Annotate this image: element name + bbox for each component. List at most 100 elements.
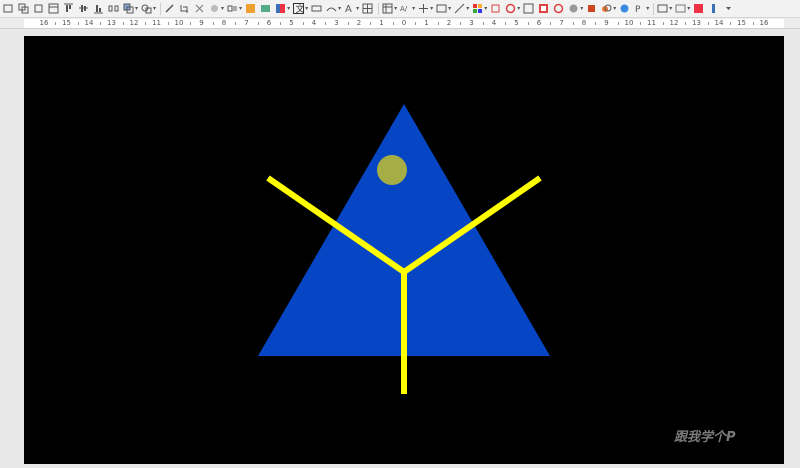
slide-show-icon[interactable]	[656, 2, 669, 16]
ruler-label: 12	[129, 19, 139, 27]
ruler-label: 11	[647, 19, 656, 27]
text-icon[interactable]: 文	[292, 2, 305, 16]
slide-layout-icon[interactable]	[47, 2, 60, 16]
ruler-label: 7	[559, 19, 564, 27]
arrange-icon[interactable]	[122, 2, 135, 16]
distribute-icon[interactable]	[107, 2, 120, 16]
new-slide-icon[interactable]	[2, 2, 15, 16]
flowchart-dropdown-icon[interactable]: ▾	[517, 5, 520, 12]
basic-shapes-icon[interactable]	[453, 2, 466, 16]
fontwork-icon[interactable]	[310, 2, 323, 16]
flip-dropdown-icon[interactable]: ▾	[239, 5, 242, 12]
rotate-icon[interactable]	[244, 2, 257, 16]
duplicate-slide-icon[interactable]	[17, 2, 30, 16]
ruler-tick	[145, 22, 147, 25]
callouts-icon[interactable]	[522, 2, 535, 16]
symbol-shapes-icon[interactable]	[471, 2, 484, 16]
ruler-label: 5	[289, 19, 294, 27]
ruler-tick	[460, 22, 462, 25]
ruler-tick	[572, 22, 574, 25]
ruler-label: 9	[199, 19, 204, 27]
ruler-label: 10	[174, 19, 184, 27]
transition-icon[interactable]	[585, 2, 598, 16]
master-slide-dropdown-icon[interactable]: ▾	[687, 5, 690, 12]
olive-circle-shape[interactable]	[377, 155, 407, 185]
toolbar-separator	[378, 2, 380, 15]
ruler-label: 4	[491, 19, 497, 27]
slide-canvas[interactable]: 跟我学个P	[24, 36, 784, 464]
group-dropdown-icon[interactable]: ▾	[153, 5, 156, 12]
ruler-tick	[77, 22, 79, 25]
flowchart-icon[interactable]	[504, 2, 517, 16]
ruler-label: 7	[244, 19, 249, 27]
more-icon[interactable]	[722, 2, 735, 16]
ruler-label: 13	[107, 19, 116, 27]
image-icon[interactable]	[259, 2, 272, 16]
3d-objects-icon[interactable]	[552, 2, 565, 16]
filter-icon[interactable]	[193, 2, 206, 16]
ruler-tick	[527, 22, 529, 25]
chart-dropdown-icon[interactable]: ▾	[287, 5, 290, 12]
ruler-label: 5	[514, 19, 519, 27]
export-icon[interactable]	[692, 2, 705, 16]
paragraph-dropdown-icon[interactable]: ▾	[646, 5, 649, 12]
points-dropdown-icon[interactable]: ▾	[221, 5, 224, 12]
group-icon[interactable]	[140, 2, 153, 16]
master-slide-icon[interactable]	[674, 2, 687, 16]
arrange-dropdown-icon[interactable]: ▾	[135, 5, 138, 12]
ruler-tick	[437, 22, 439, 25]
ruler-label: 10	[624, 19, 634, 27]
ruler-label: 3	[469, 19, 474, 27]
animation-dropdown-icon[interactable]: ▾	[613, 5, 616, 12]
crop-icon[interactable]	[178, 2, 191, 16]
basic-shapes-dropdown-icon[interactable]: ▾	[466, 5, 469, 12]
paragraph-icon[interactable]: P	[633, 2, 646, 16]
horizontal-ruler[interactable]: 16 15 14 13 12 11 10 9 8 7 6 5 4 3 2 1 0 1 2 3 4 5 6 7 8 9 10 11 12 1…	[0, 18, 800, 29]
ruler-label: 8	[581, 19, 587, 27]
connector-dropdown-icon[interactable]: ▾	[448, 5, 451, 12]
ruler-tick	[212, 22, 214, 25]
ruler-tick	[505, 22, 507, 25]
flip-icon[interactable]	[226, 2, 239, 16]
shapes-dropdown-icon[interactable]: ▾	[394, 5, 397, 12]
block-arrows-icon[interactable]	[489, 2, 502, 16]
connector-icon[interactable]	[435, 2, 448, 16]
shapes-icon[interactable]	[381, 2, 394, 16]
media-icon[interactable]	[618, 2, 631, 16]
bar-icon[interactable]	[707, 2, 720, 16]
glue-points-icon[interactable]	[567, 2, 580, 16]
symbol-shapes-dropdown-icon[interactable]: ▾	[484, 5, 487, 12]
align-top-icon[interactable]	[62, 2, 75, 16]
glue-points-dropdown-icon[interactable]: ▾	[580, 5, 583, 12]
align-bottom-icon[interactable]	[92, 2, 105, 16]
ruler-label: 11	[152, 19, 161, 27]
ruler-tick	[122, 22, 124, 25]
special-char-dropdown-icon[interactable]: ▾	[356, 5, 359, 12]
points-icon[interactable]	[208, 2, 221, 16]
toolbar-separator	[653, 2, 655, 15]
lines-icon[interactable]: A/	[399, 2, 412, 16]
delete-slide-icon[interactable]	[32, 2, 45, 16]
special-char-icon[interactable]: A	[343, 2, 356, 16]
curves-dropdown-icon[interactable]: ▾	[430, 5, 433, 12]
table-dropdown-icon[interactable]: ▾	[338, 5, 341, 12]
lines-dropdown-icon[interactable]: ▾	[412, 5, 415, 12]
ruler-label: 15	[737, 19, 746, 27]
ruler-tick	[190, 22, 192, 25]
slide-show-dropdown-icon[interactable]: ▾	[669, 5, 672, 12]
chart-icon[interactable]	[274, 2, 287, 16]
ruler-label: 2	[446, 19, 452, 27]
text-dropdown-icon[interactable]: ▾	[305, 5, 308, 12]
curves-icon[interactable]	[417, 2, 430, 16]
animation-icon[interactable]	[600, 2, 613, 16]
ruler-tick	[167, 22, 169, 25]
stars-icon[interactable]	[537, 2, 550, 16]
shadow-icon[interactable]	[163, 2, 176, 16]
align-center-icon[interactable]	[77, 2, 90, 16]
ruler-label: 14	[84, 19, 94, 27]
ruler-tick	[595, 22, 597, 25]
ruler-tick	[730, 22, 732, 25]
ruler-label: 8	[221, 19, 227, 27]
hyperlink-icon[interactable]	[361, 2, 374, 16]
table-icon[interactable]	[325, 2, 338, 16]
